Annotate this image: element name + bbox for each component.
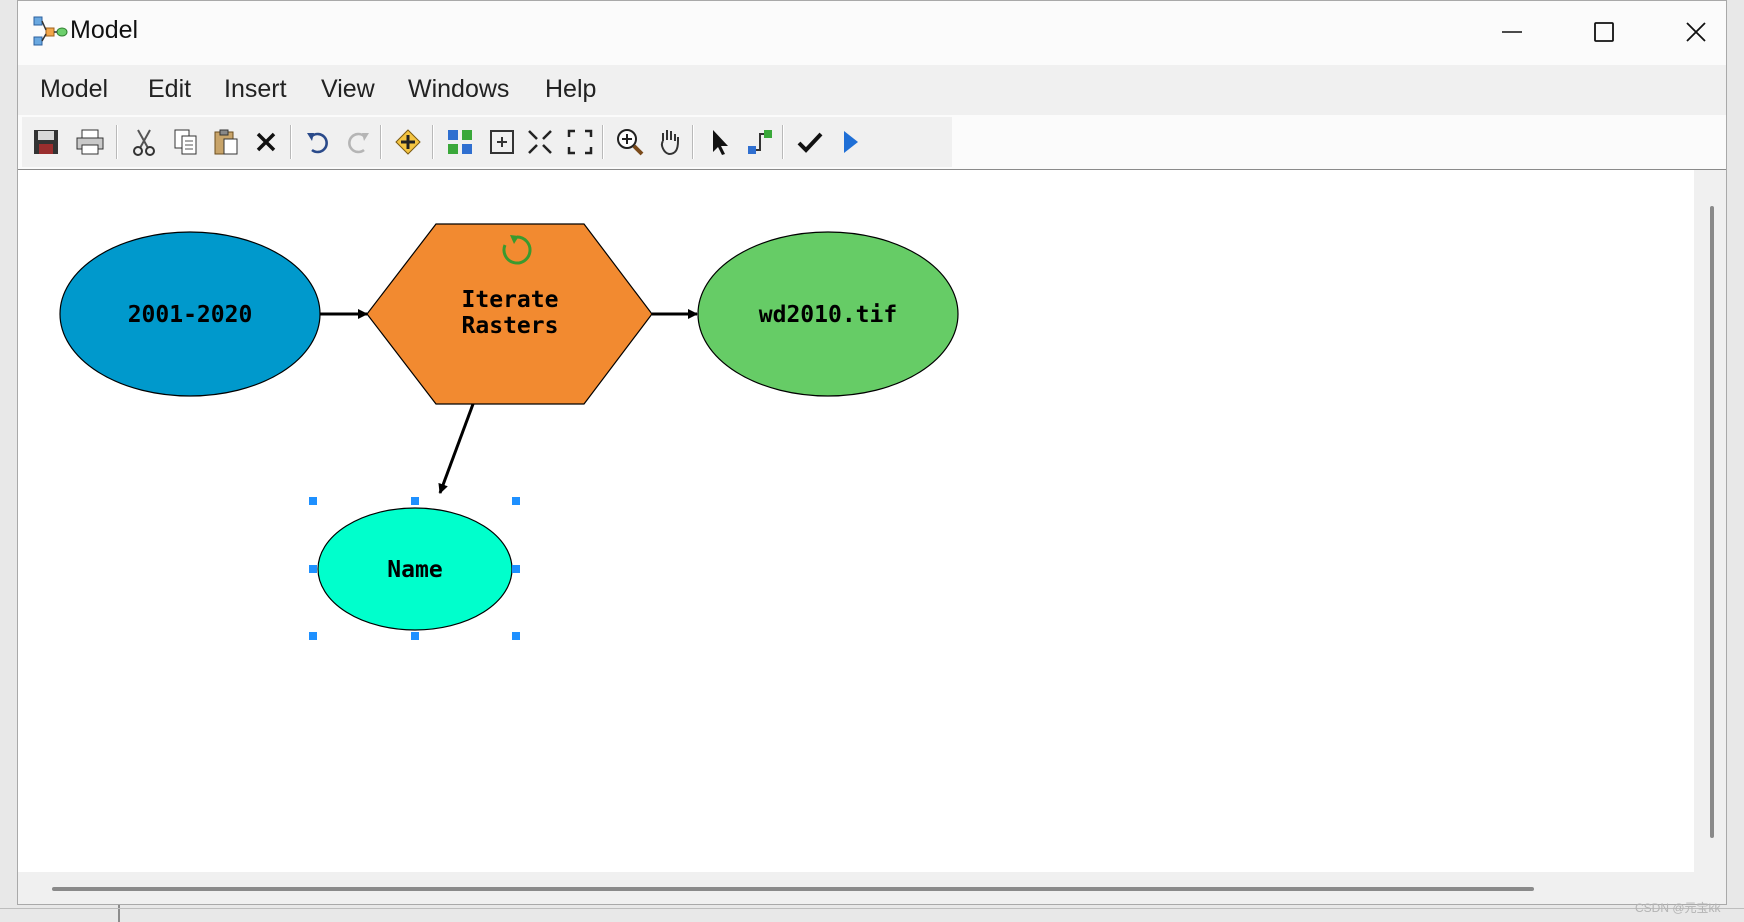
model-diagram: 2001-2020 Iterate Rasters wd2010.tif Nam… <box>59 223 959 640</box>
add-connection-icon[interactable] <box>742 124 778 160</box>
undo-icon[interactable] <box>300 124 336 160</box>
menu-model[interactable]: Model <box>40 75 108 104</box>
horizontal-scrollbar[interactable] <box>52 887 1534 891</box>
save-icon[interactable] <box>28 124 64 160</box>
close-button[interactable] <box>1650 1 1742 63</box>
title-bar[interactable]: Model <box>18 1 1726 63</box>
print-icon[interactable] <box>72 124 108 160</box>
menu-insert[interactable]: Insert <box>224 75 287 104</box>
auto-layout-icon[interactable] <box>442 124 478 160</box>
iterate-rasters-label-line2: Rasters <box>462 313 559 339</box>
delete-icon[interactable] <box>248 124 284 160</box>
model-window: Model Model Edit Insert View Windows Hel… <box>17 0 1727 905</box>
cut-icon[interactable] <box>126 124 162 160</box>
output-raster-label: wd2010.tif <box>759 302 897 328</box>
copy-icon[interactable] <box>168 124 204 160</box>
maximize-button[interactable] <box>1558 1 1650 63</box>
full-extent-icon[interactable] <box>484 124 520 160</box>
minimize-button[interactable] <box>1466 1 1558 63</box>
name-value-label: Name <box>387 557 442 583</box>
menu-edit[interactable]: Edit <box>148 75 191 104</box>
input-data-node[interactable]: 2001-2020 <box>59 231 321 397</box>
add-data-icon[interactable] <box>390 124 426 160</box>
validate-icon[interactable] <box>792 124 828 160</box>
iterate-rasters-label-line1: Iterate <box>462 287 559 313</box>
watermark: CSDN @元宝kk <box>1635 901 1721 915</box>
menu-windows[interactable]: Windows <box>408 75 509 104</box>
iterate-rasters-node[interactable]: Iterate Rasters <box>366 223 653 405</box>
output-raster-node[interactable]: wd2010.tif <box>697 231 959 397</box>
toolbar <box>22 117 952 167</box>
model-canvas-frame: 2001-2020 Iterate Rasters wd2010.tif Nam… <box>18 169 1726 904</box>
paste-icon[interactable] <box>208 124 244 160</box>
fixed-zoom-in-icon[interactable] <box>522 124 558 160</box>
menu-help[interactable]: Help <box>545 75 596 104</box>
pan-icon[interactable] <box>652 124 688 160</box>
zoom-in-icon[interactable] <box>612 124 648 160</box>
menu-bar: Model Edit Insert View Windows Help <box>18 65 1726 115</box>
model-builder-icon <box>32 15 68 49</box>
vertical-scrollbar[interactable] <box>1710 206 1714 838</box>
background-line <box>0 908 1744 909</box>
fixed-zoom-out-icon[interactable] <box>562 124 598 160</box>
connector-iterator-to-name[interactable] <box>438 395 478 494</box>
name-value-node[interactable]: Name <box>309 497 520 640</box>
model-canvas[interactable]: 2001-2020 Iterate Rasters wd2010.tif Nam… <box>18 170 1694 872</box>
input-data-label: 2001-2020 <box>128 302 253 328</box>
window-title: Model <box>70 16 139 44</box>
menu-view[interactable]: View <box>321 75 375 104</box>
run-icon[interactable] <box>832 124 868 160</box>
select-icon[interactable] <box>702 124 738 160</box>
redo-icon[interactable] <box>340 124 376 160</box>
